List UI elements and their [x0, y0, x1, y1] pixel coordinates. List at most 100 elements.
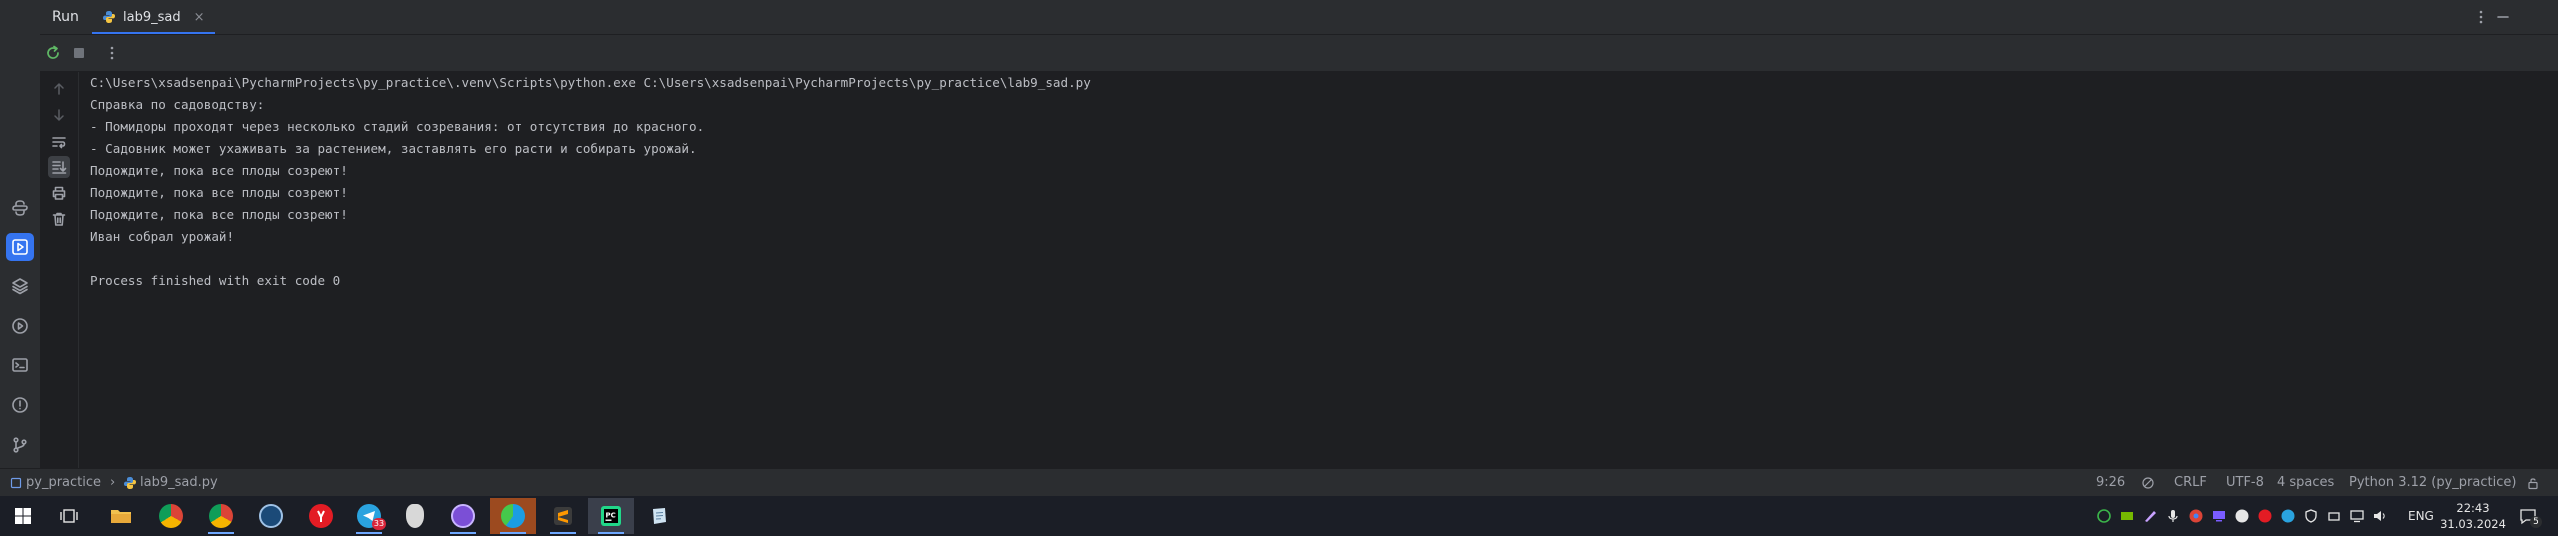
more-options-icon[interactable] — [2472, 8, 2490, 26]
tray-yandex-icon[interactable] — [2257, 508, 2273, 524]
task-view-button[interactable] — [46, 498, 92, 534]
console-line: Справка по садоводству: — [90, 97, 265, 112]
taskbar-notes-app[interactable] — [636, 498, 682, 534]
notification-center-button[interactable]: 5 — [2514, 504, 2542, 528]
run-tool-button[interactable] — [6, 233, 34, 261]
arrow-up-icon — [54, 83, 64, 95]
svg-text:PC: PC — [606, 512, 616, 520]
console-line-exit-status: Process finished with exit code 0 — [90, 273, 341, 288]
python-icon — [12, 200, 28, 216]
tray-defender-icon[interactable] — [2303, 508, 2319, 524]
tray-usb-icon[interactable] — [2326, 508, 2342, 524]
tab-lab9-sad[interactable]: lab9_sad × — [92, 0, 215, 34]
run-toolbar — [40, 35, 2558, 72]
tab-active-indicator — [92, 32, 215, 34]
input-language[interactable]: ENG — [2408, 496, 2434, 536]
python-packages-button[interactable] — [6, 194, 34, 222]
indentation[interactable]: 4 spaces — [2277, 469, 2334, 497]
git-branch-icon — [13, 437, 27, 453]
breadcrumb-project[interactable]: py_practice — [26, 469, 101, 497]
yandex-icon — [309, 504, 333, 528]
tray-pen-icon[interactable] — [2142, 508, 2158, 524]
no-inspection-icon[interactable] — [2141, 476, 2155, 490]
down-the-stack-button[interactable] — [48, 104, 70, 126]
stop-icon[interactable] — [70, 44, 88, 62]
scroll-to-end-button[interactable] — [48, 156, 70, 178]
running-indicator — [550, 532, 576, 534]
tray-network-activity-icon[interactable] — [2096, 508, 2112, 524]
soft-wrap-icon — [52, 137, 66, 149]
minimize-icon[interactable] — [2494, 8, 2512, 26]
telegram-unread-badge: 33 — [372, 518, 386, 530]
running-indicator — [356, 532, 382, 534]
system-clock[interactable]: 22:43 31.03.2024 — [2440, 500, 2506, 532]
windows-taskbar: 33 PC ENG 22:43 31.03.2024 5 — [0, 496, 2558, 536]
running-indicator — [450, 532, 476, 534]
tab-close-icon[interactable]: × — [194, 10, 205, 25]
breadcrumb-file[interactable]: lab9_sad.py — [140, 469, 218, 497]
taskbar-steam[interactable] — [248, 498, 294, 534]
taskbar-chrome[interactable] — [148, 498, 194, 534]
volume-icon[interactable] — [2372, 508, 2388, 524]
tray-telegram-icon[interactable] — [2280, 508, 2296, 524]
problems-button[interactable] — [6, 391, 34, 419]
tray-nvidia-icon[interactable] — [2119, 508, 2135, 524]
taskbar-telegram[interactable]: 33 — [346, 498, 392, 534]
status-bar: py_practice › lab9_sad.py 9:26 CRLF UTF-… — [0, 468, 2558, 497]
printer-icon — [52, 186, 66, 200]
run-tab-bar: Run lab9_sad × — [40, 0, 2558, 35]
up-the-stack-button[interactable] — [48, 78, 70, 100]
layers-button[interactable] — [6, 272, 34, 300]
lock-icon[interactable] — [2526, 476, 2540, 490]
terminal-icon — [12, 358, 28, 372]
console-line: - Садовник может ухаживать за растением,… — [90, 141, 697, 156]
file-encoding[interactable]: UTF-8 — [2226, 469, 2264, 497]
python-file-icon — [103, 11, 115, 23]
steam-icon — [259, 504, 283, 528]
clock-time: 22:43 — [2456, 501, 2490, 515]
microphone-icon[interactable] — [2165, 508, 2181, 524]
notification-count: 5 — [2530, 516, 2542, 528]
soft-wrap-button[interactable] — [48, 131, 70, 153]
taskbar-chrome-profile[interactable] — [198, 498, 244, 534]
python-interpreter[interactable]: Python 3.12 (py_practice) — [2349, 469, 2516, 497]
running-indicator — [500, 532, 526, 534]
start-button[interactable] — [0, 498, 46, 534]
taskbar-yandex-browser[interactable] — [298, 498, 344, 534]
network-icon[interactable] — [2349, 508, 2365, 524]
taskbar-pycharm[interactable]: PC — [588, 498, 634, 534]
git-button[interactable] — [6, 431, 34, 459]
windows-icon — [15, 508, 31, 524]
task-view-icon — [60, 509, 78, 523]
taskbar-app-shield[interactable] — [392, 498, 438, 534]
clear-all-button[interactable] — [48, 208, 70, 230]
run-icon — [12, 239, 28, 255]
tray-display-icon[interactable] — [2211, 508, 2227, 524]
tray-discord-icon[interactable] — [2234, 508, 2250, 524]
toolbar-more-icon[interactable] — [103, 44, 121, 62]
tab-label: lab9_sad — [123, 9, 181, 25]
taskbar-edge-browser[interactable] — [490, 498, 536, 534]
console-line: Подождите, пока все плоды созреют! — [90, 207, 348, 222]
rerun-icon[interactable] — [44, 44, 62, 62]
taskbar-discord[interactable] — [440, 498, 486, 534]
tray-chrome-icon[interactable] — [2188, 508, 2204, 524]
console-output[interactable]: C:\Users\xsadsenpai\PycharmProjects\py_p… — [90, 72, 2518, 468]
discord-icon — [451, 504, 475, 528]
pycharm-icon: PC — [601, 506, 621, 526]
services-button[interactable] — [6, 312, 34, 340]
running-indicator — [598, 532, 624, 534]
console-line: Подождите, пока все плоды созреют! — [90, 185, 348, 200]
line-ending[interactable]: CRLF — [2174, 469, 2207, 497]
taskbar-sublime-text[interactable] — [540, 498, 586, 534]
edge-icon — [501, 504, 525, 528]
warning-circle-icon — [12, 397, 28, 413]
taskbar-file-explorer[interactable] — [98, 498, 144, 534]
print-button[interactable] — [48, 182, 70, 204]
run-panel-title: Run — [52, 9, 79, 25]
caret-position[interactable]: 9:26 — [2096, 469, 2125, 497]
python-file-icon — [124, 477, 136, 489]
trash-icon — [52, 212, 66, 226]
running-indicator — [208, 532, 234, 534]
terminal-button[interactable] — [6, 351, 34, 379]
